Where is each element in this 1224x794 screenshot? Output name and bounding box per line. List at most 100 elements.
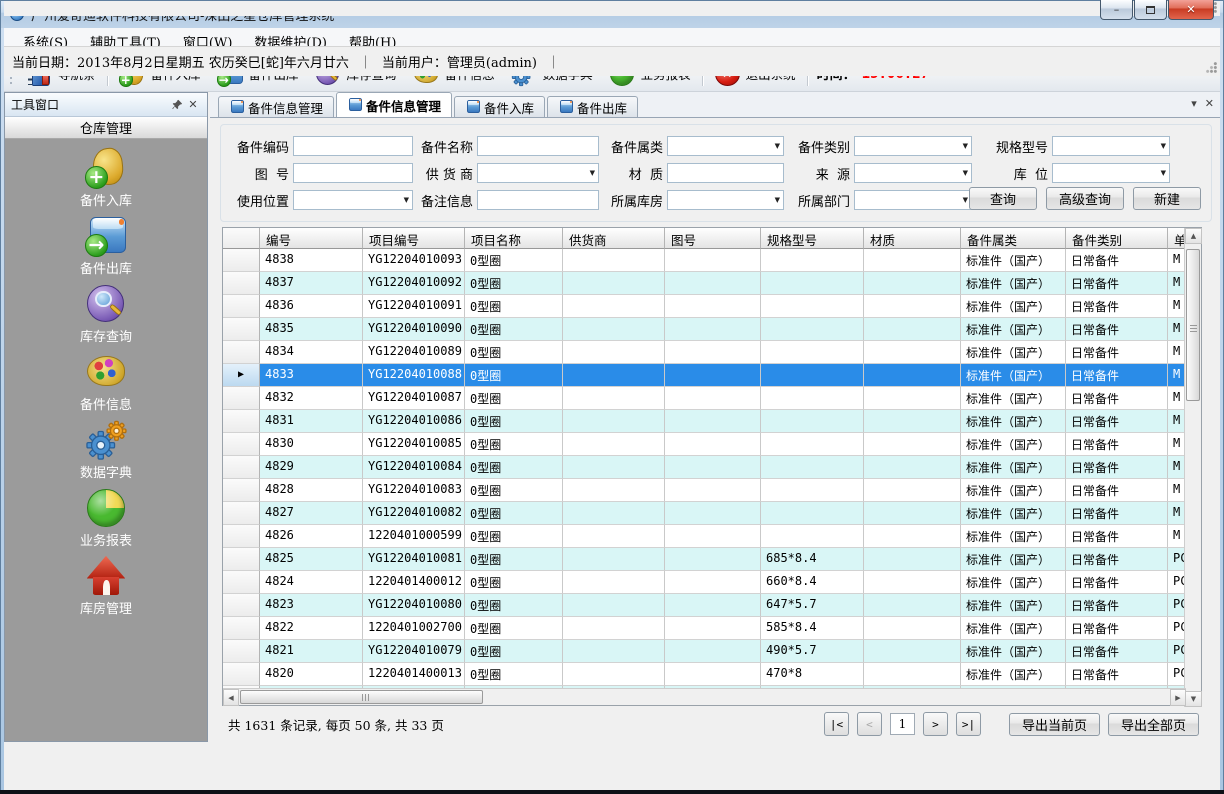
- table-row[interactable]: 4825YG122040100810型圈685*8.4标准件（国产）日常备件PC: [223, 548, 1186, 571]
- column-header[interactable]: 供货商: [563, 228, 665, 249]
- row-selector-cell[interactable]: [223, 640, 260, 663]
- filter-select-规格型号[interactable]: [1052, 136, 1170, 156]
- tab-list-icon[interactable]: ▾: [1191, 97, 1197, 110]
- row-selector-cell[interactable]: [223, 594, 260, 617]
- row-selector-cell[interactable]: [223, 479, 260, 502]
- table-row[interactable]: 4823YG122040100800型圈647*5.7标准件（国产）日常备件PC: [223, 594, 1186, 617]
- scroll-right-icon[interactable]: ▶: [1170, 689, 1186, 706]
- table-row[interactable]: 4837YG122040100920型圈标准件（国产）日常备件M: [223, 272, 1186, 295]
- filter-select-使用位置[interactable]: [293, 190, 413, 210]
- row-selector-cell[interactable]: [223, 548, 260, 571]
- minimize-button[interactable]: –: [1100, 0, 1133, 20]
- column-header[interactable]: 材质: [864, 228, 961, 249]
- filter-select-所属库房[interactable]: [667, 190, 784, 210]
- scroll-up-icon[interactable]: ▲: [1185, 228, 1202, 244]
- filter-select-所属部门[interactable]: [854, 190, 972, 210]
- row-selector-cell[interactable]: [223, 249, 260, 272]
- export-current-page-button[interactable]: 导出当前页: [1009, 713, 1100, 736]
- maximize-button[interactable]: [1134, 0, 1167, 20]
- vertical-scroll-thumb[interactable]: [1186, 249, 1200, 401]
- row-selector-cell[interactable]: [223, 433, 260, 456]
- filter-select-来源[interactable]: [854, 163, 972, 183]
- row-selector-cell[interactable]: [223, 456, 260, 479]
- table-row[interactable]: 4827YG122040100820型圈标准件（国产）日常备件M: [223, 502, 1186, 525]
- table-row[interactable]: 4828YG122040100830型圈标准件（国产）日常备件M: [223, 479, 1186, 502]
- prev-page-button[interactable]: <: [857, 712, 882, 736]
- filter-button-查询[interactable]: 查询: [969, 187, 1037, 210]
- column-header[interactable]: 编号: [260, 228, 363, 249]
- pin-icon[interactable]: [169, 98, 185, 112]
- sidebar-item-业务报表[interactable]: 业务报表: [5, 487, 207, 545]
- row-selector-cell[interactable]: [223, 502, 260, 525]
- filter-input-备件名称[interactable]: [477, 136, 599, 156]
- row-selector-cell[interactable]: ▶: [223, 364, 260, 387]
- tab-备件入库[interactable]: 备件入库: [454, 96, 545, 117]
- sidebar-item-备件出库[interactable]: →备件出库: [5, 215, 207, 273]
- filter-select-备件属类[interactable]: [667, 136, 784, 156]
- scroll-left-icon[interactable]: ◀: [223, 689, 239, 706]
- vertical-scrollbar[interactable]: ▲ ▼: [1184, 228, 1201, 707]
- sidebar-item-数据字典[interactable]: 数据字典: [5, 419, 207, 477]
- last-page-button[interactable]: >|: [956, 712, 981, 736]
- table-row[interactable]: 4832YG122040100870型圈标准件（国产）日常备件M: [223, 387, 1186, 410]
- tab-备件出库[interactable]: 备件出库: [547, 96, 638, 117]
- table-row[interactable]: 482212204010027000型圈585*8.4标准件（国产）日常备件PC: [223, 617, 1186, 640]
- sidebar-item-库存查询[interactable]: 库存查询: [5, 283, 207, 341]
- column-header[interactable]: 备件属类: [961, 228, 1066, 249]
- row-selector-cell[interactable]: [223, 617, 260, 640]
- sidebar-item-库房管理[interactable]: 库房管理: [5, 555, 207, 613]
- column-header[interactable]: 图号: [665, 228, 761, 249]
- filter-input-备注信息[interactable]: [477, 190, 599, 210]
- table-row[interactable]: 4835YG122040100900型圈标准件（国产）日常备件M: [223, 318, 1186, 341]
- scroll-down-icon[interactable]: ▼: [1185, 691, 1202, 707]
- filter-button-新建[interactable]: 新建: [1133, 187, 1201, 210]
- table-row[interactable]: 4831YG122040100860型圈标准件（国产）日常备件M: [223, 410, 1186, 433]
- panel-close-icon[interactable]: ✕: [185, 98, 201, 112]
- table-row[interactable]: 4838YG122040100930型圈标准件（国产）日常备件M: [223, 249, 1186, 272]
- table-row[interactable]: 4830YG122040100850型圈标准件（国产）日常备件M: [223, 433, 1186, 456]
- next-page-button[interactable]: >: [923, 712, 948, 736]
- page-number-input[interactable]: 1: [890, 713, 915, 735]
- row-selector-cell[interactable]: [223, 571, 260, 594]
- tab-close-icon[interactable]: ✕: [1205, 97, 1214, 110]
- column-header[interactable]: 项目名称: [465, 228, 563, 249]
- filter-select-供货商[interactable]: [477, 163, 599, 183]
- filter-input-材质[interactable]: [667, 163, 784, 183]
- row-selector-cell[interactable]: [223, 387, 260, 410]
- sidebar-item-备件入库[interactable]: +备件入库: [5, 147, 207, 205]
- table-cell: [864, 410, 961, 433]
- column-header[interactable]: 规格型号: [761, 228, 864, 249]
- table-row[interactable]: 482012204014000130型圈470*8标准件（国产）日常备件PC: [223, 663, 1186, 686]
- column-header[interactable]: 备件类别: [1066, 228, 1168, 249]
- table-row[interactable]: ▶4833YG122040100880型圈标准件（国产）日常备件M: [223, 364, 1186, 387]
- table-row[interactable]: 482412204014000120型圈660*8.4标准件（国产）日常备件PC: [223, 571, 1186, 594]
- table-row[interactable]: 4821YG122040100790型圈490*5.7标准件（国产）日常备件PC: [223, 640, 1186, 663]
- export-all-pages-button[interactable]: 导出全部页: [1108, 713, 1199, 736]
- filter-select-库位[interactable]: [1052, 163, 1170, 183]
- sidebar-item-备件信息[interactable]: 备件信息: [5, 351, 207, 409]
- filter-input-备件编码[interactable]: [293, 136, 413, 156]
- row-selector-cell[interactable]: [223, 318, 260, 341]
- row-selector-cell[interactable]: [223, 341, 260, 364]
- tab-备件信息管理[interactable]: 备件信息管理: [336, 92, 452, 117]
- filter-button-高级查询[interactable]: 高级查询: [1046, 187, 1124, 210]
- filter-select-备件类别[interactable]: [854, 136, 972, 156]
- row-selector-cell[interactable]: [223, 295, 260, 318]
- tab-备件信息管理[interactable]: 备件信息管理: [218, 96, 334, 117]
- row-selector-cell[interactable]: [223, 410, 260, 433]
- table-row[interactable]: 4829YG122040100840型圈标准件（国产）日常备件M: [223, 456, 1186, 479]
- horizontal-scrollbar[interactable]: ◀ ▶: [223, 688, 1186, 705]
- column-header[interactable]: 项目编号: [363, 228, 465, 249]
- table-row[interactable]: 482612204010005990型圈标准件（国产）日常备件M: [223, 525, 1186, 548]
- table-row[interactable]: 4836YG122040100910型圈标准件（国产）日常备件M: [223, 295, 1186, 318]
- column-header[interactable]: 单位: [1168, 228, 1185, 249]
- table-cell: 660*8.4: [761, 571, 864, 594]
- close-button[interactable]: ✕: [1168, 0, 1214, 20]
- row-selector-cell[interactable]: [223, 272, 260, 295]
- filter-input-图号[interactable]: [293, 163, 413, 183]
- row-selector-cell[interactable]: [223, 663, 260, 686]
- row-selector-cell[interactable]: [223, 525, 260, 548]
- table-row[interactable]: 4834YG122040100890型圈标准件（国产）日常备件M: [223, 341, 1186, 364]
- horizontal-scroll-thumb[interactable]: [240, 690, 483, 704]
- first-page-button[interactable]: |<: [824, 712, 849, 736]
